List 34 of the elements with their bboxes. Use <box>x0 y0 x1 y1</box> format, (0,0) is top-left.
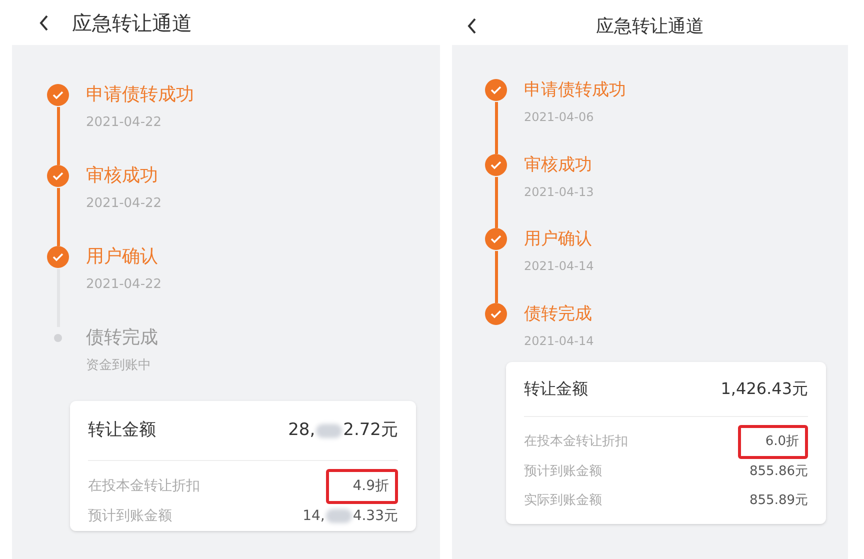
amount-value: 6.0折 <box>765 433 799 451</box>
step-date: 2021-04-22 <box>86 114 163 132</box>
step-date: 资金到账中 <box>86 357 152 375</box>
step-title: 用户确认 <box>86 245 159 269</box>
step-date: 2021-04-14 <box>524 332 594 350</box>
back-icon[interactable] <box>466 17 478 35</box>
page-title: 应急转让通道 <box>72 10 192 36</box>
detail-label: 预计到账金额 <box>524 462 602 480</box>
step-title: 审核成功 <box>524 154 593 176</box>
step-date: 2021-04-06 <box>524 109 595 126</box>
amount-value: 28, 2.72元 <box>288 418 398 442</box>
amount-value: 1,426.43元 <box>720 378 808 400</box>
amount-value: 4.9折 <box>352 476 389 496</box>
step-date: 2021-04-22 <box>86 276 162 294</box>
detail-label: 实际到账金额 <box>524 492 602 510</box>
step-title: 申请债转成功 <box>524 79 626 102</box>
detail-label: 在投本金转让折扣 <box>88 476 200 496</box>
amount-value: 855.89元 <box>750 492 808 510</box>
amount-value: 855.86元 <box>750 462 808 480</box>
page-title: 应急转让通道 <box>596 15 704 39</box>
detail-label: 预计到账金额 <box>88 506 172 526</box>
amount-label: 转让金额 <box>524 378 588 400</box>
step-title: 债转完成 <box>524 302 593 326</box>
step-title: 用户确认 <box>524 228 593 251</box>
step-title: 审核成功 <box>86 164 159 188</box>
step-date: 2021-04-22 <box>86 195 162 213</box>
step-date: 2021-04-13 <box>524 184 594 200</box>
back-icon[interactable] <box>38 14 50 32</box>
step-title: 债转完成 <box>86 326 158 350</box>
step-date: 2021-04-14 <box>524 258 594 275</box>
step-title: 申请债转成功 <box>86 83 194 107</box>
amount-value: 14, 4.33元 <box>302 506 398 526</box>
amount-label: 转让金额 <box>88 418 156 442</box>
detail-label: 在投本金转让折扣 <box>524 433 628 451</box>
